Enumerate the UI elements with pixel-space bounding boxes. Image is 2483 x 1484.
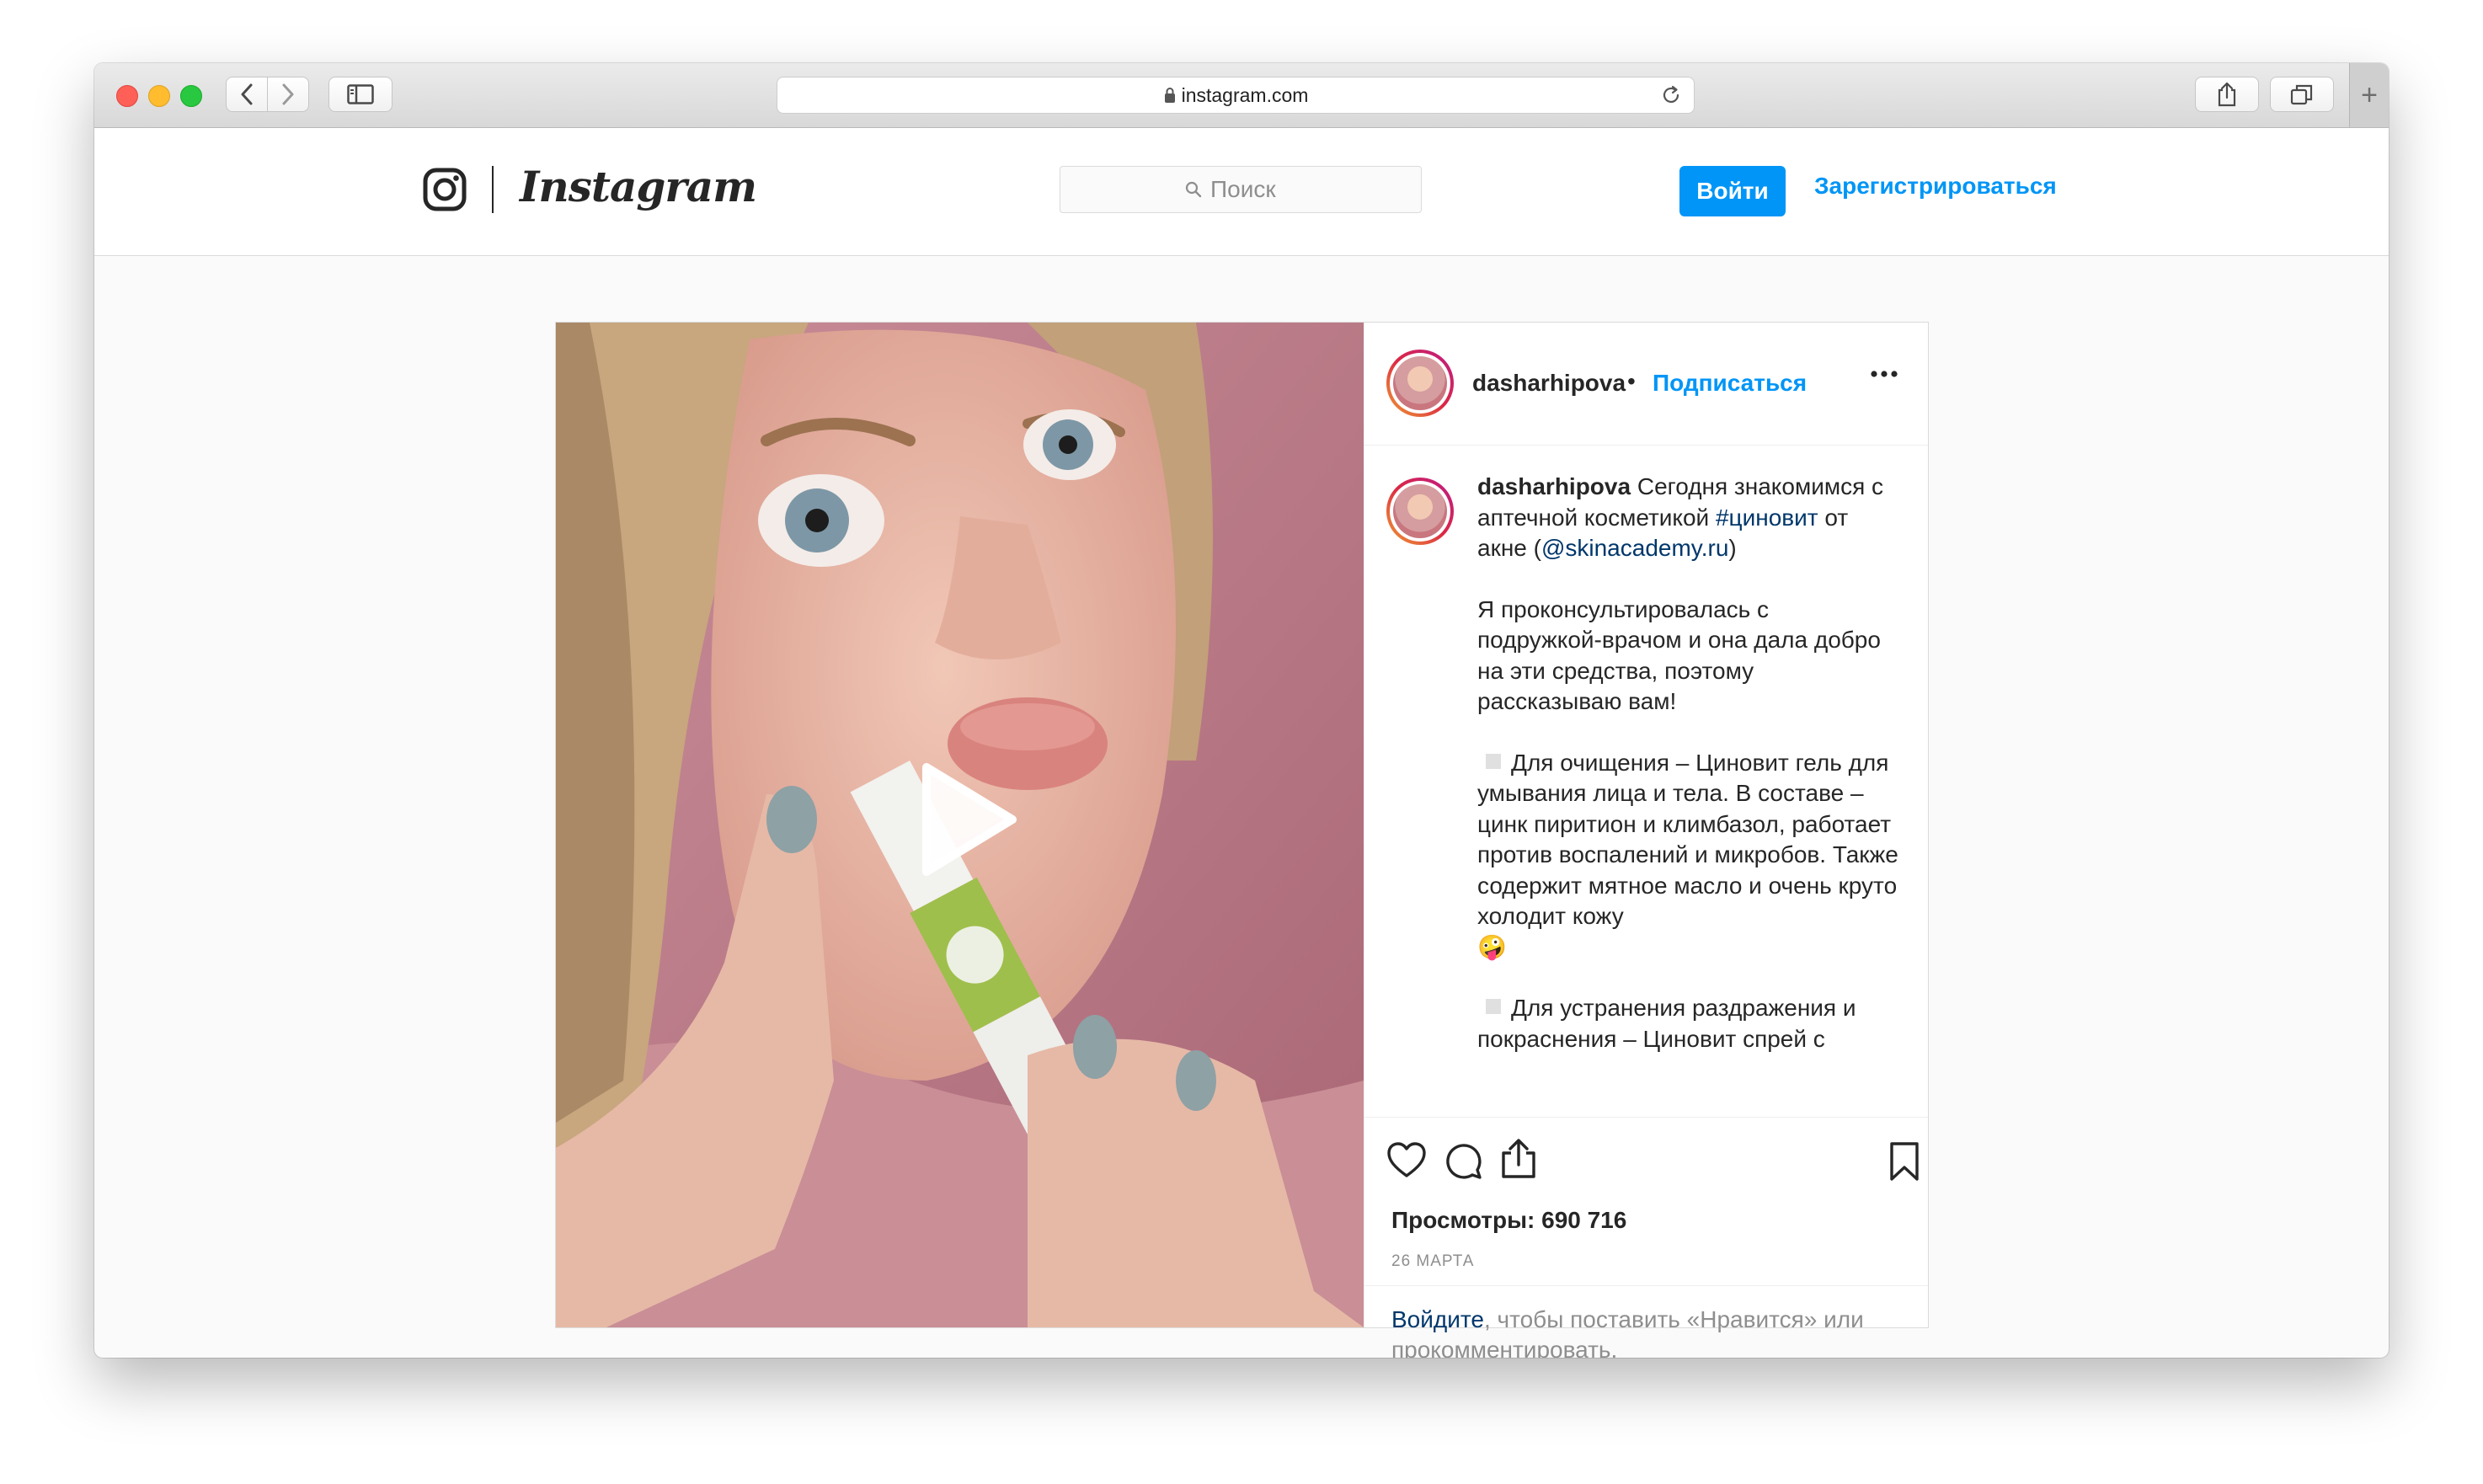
chevron-right-icon [282, 83, 294, 105]
plus-icon: + [2361, 78, 2378, 111]
forward-button[interactable] [267, 77, 309, 112]
avatar[interactable] [1386, 350, 1454, 417]
back-button[interactable] [226, 77, 268, 112]
url-text: instagram.com [1181, 83, 1309, 106]
address-bar[interactable]: instagram.com [777, 77, 1695, 114]
tab-overview-button[interactable] [2270, 77, 2334, 112]
bullet-icon [1486, 753, 1501, 769]
caption-paragraph: Для устранения раздражения и покраснения… [1477, 995, 1856, 1052]
more-icon[interactable] [1870, 369, 1898, 379]
sidebar-toggle-button[interactable] [328, 77, 392, 112]
search-icon [1185, 181, 1202, 198]
heart-icon[interactable] [1386, 1141, 1427, 1178]
login-button[interactable]: Войти [1679, 166, 1786, 216]
post-username[interactable]: dasharhipova [1472, 370, 1626, 397]
search-input[interactable] [1209, 175, 1296, 204]
emoji-icon: 🤪 [1477, 932, 1507, 961]
caption-paragraph: Для очищения – Циновит гель для умывания… [1477, 749, 1898, 930]
caption-paragraph: Я проконсультировалась с подружкой-врачо… [1477, 595, 1881, 715]
post-actions: Просмотры: 690 716 26 МАРТА [1364, 1117, 1928, 1286]
search-box[interactable] [1060, 166, 1422, 213]
play-icon[interactable] [911, 761, 1021, 878]
separator-dot: • [1627, 368, 1636, 394]
caption-avatar[interactable] [1386, 478, 1454, 545]
new-tab-button[interactable]: + [2349, 63, 2389, 127]
browser-toolbar: instagram.com + [94, 63, 2389, 128]
post-header: dasharhipova • Подписаться [1364, 323, 1928, 446]
browser-window: instagram.com + Instagram Войти Зарегист… [94, 63, 2389, 1358]
mention-link[interactable]: @skinacademy.ru [1541, 535, 1728, 561]
comment-icon[interactable] [1444, 1141, 1482, 1180]
instagram-logo-icon[interactable] [423, 168, 467, 211]
caption-username[interactable]: dasharhipova [1477, 473, 1631, 499]
chevron-left-icon [241, 83, 253, 105]
minimize-window-button[interactable] [148, 85, 170, 107]
logo-divider [492, 166, 494, 213]
post-video[interactable] [556, 323, 1364, 1327]
follow-button[interactable]: Подписаться [1653, 370, 1807, 397]
lock-icon [1164, 88, 1175, 103]
post-sidebar: dasharhipova • Подписаться dasharhipova … [1364, 323, 1928, 1358]
login-prompt: Войдите, чтобы поставить «Нравится» или … [1364, 1285, 1928, 1358]
tabs-icon [2290, 84, 2313, 105]
login-link[interactable]: Войдите [1391, 1306, 1484, 1332]
signup-link[interactable]: Зарегистрироваться [1814, 173, 2057, 200]
close-window-button[interactable] [116, 85, 138, 107]
share-icon[interactable] [1499, 1138, 1538, 1180]
bookmark-icon[interactable] [1888, 1141, 1920, 1182]
post-date[interactable]: 26 МАРТА [1391, 1252, 1474, 1271]
browser-share-button[interactable] [2195, 77, 2259, 112]
hashtag-link[interactable]: #циновит [1716, 504, 1818, 531]
sidebar-icon [347, 84, 374, 104]
bullet-icon [1486, 999, 1501, 1014]
reload-icon[interactable] [1660, 84, 1682, 106]
post-card: dasharhipova • Подписаться dasharhipova … [555, 322, 1929, 1358]
view-count[interactable]: Просмотры: 690 716 [1391, 1207, 1626, 1234]
share-icon [2218, 82, 2236, 107]
instagram-wordmark[interactable]: Instagram [520, 162, 757, 211]
zoom-window-button[interactable] [180, 85, 202, 107]
caption-text: ) [1728, 535, 1737, 561]
